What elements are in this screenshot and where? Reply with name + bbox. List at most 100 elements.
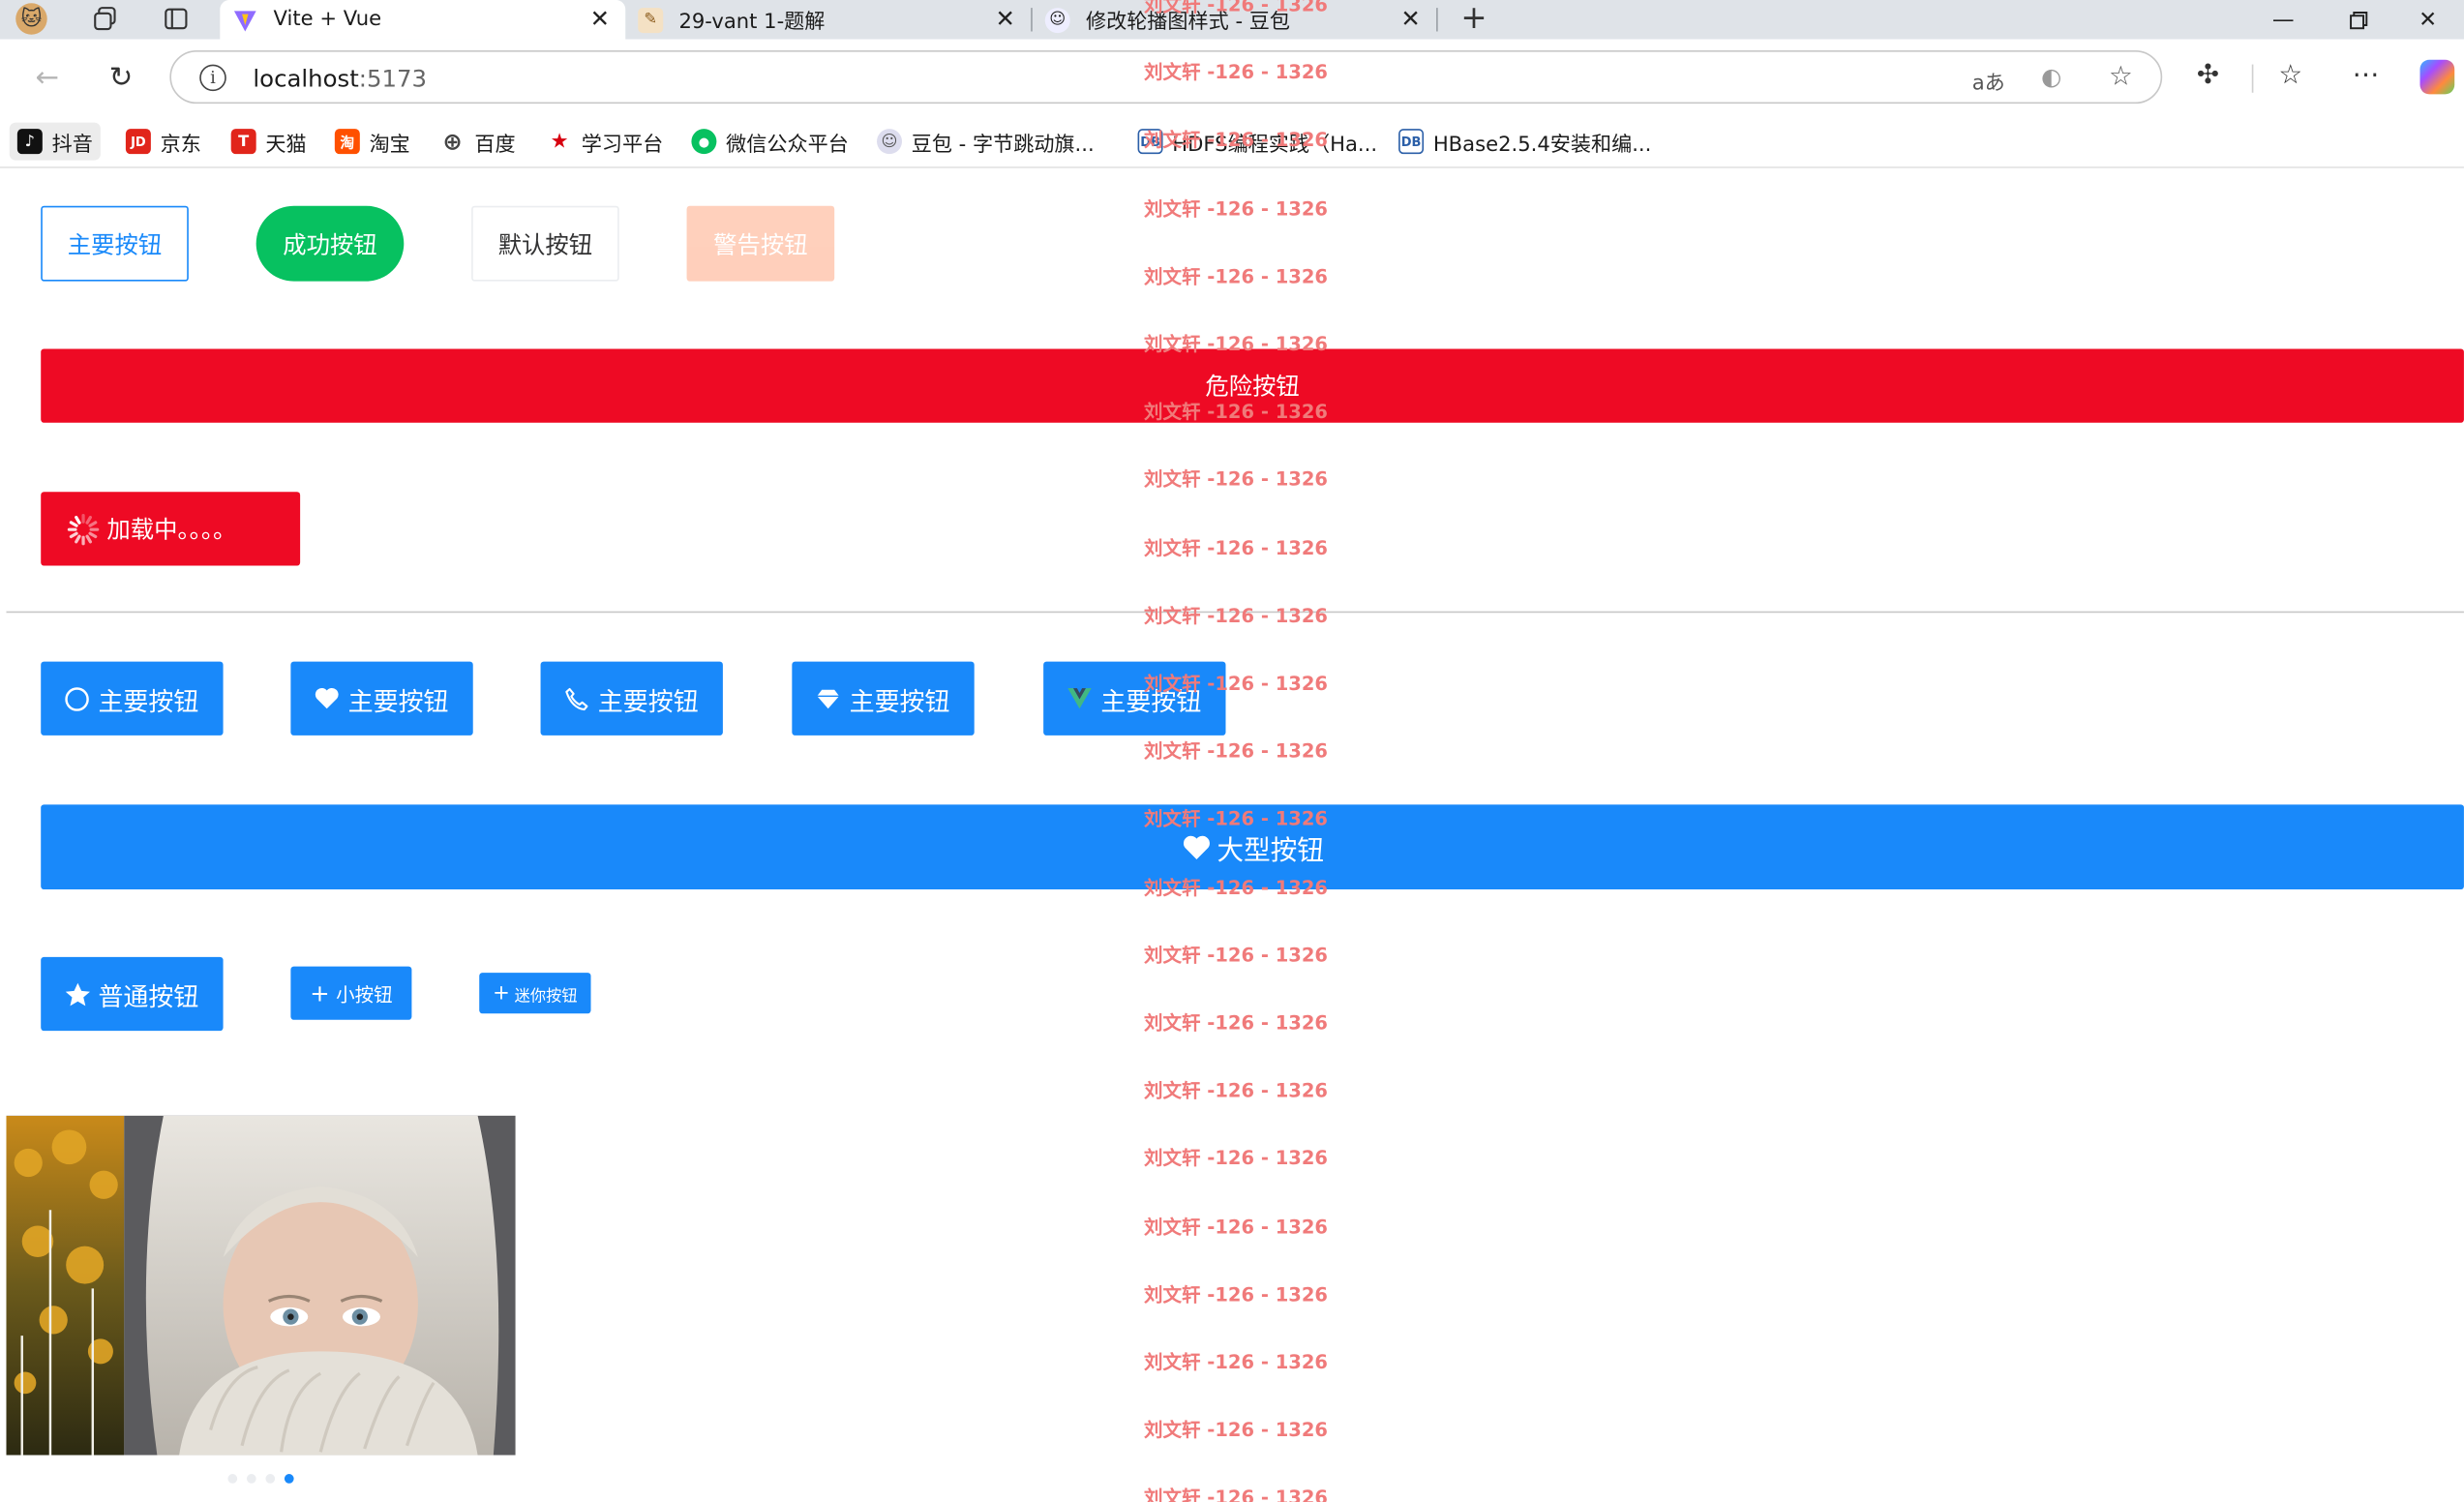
tab-title: Vite + Vue (273, 8, 382, 32)
carousel-slide-image (6, 1115, 516, 1456)
close-window-icon[interactable]: ✕ (2390, 0, 2464, 40)
doubao-icon: ☺ (877, 129, 903, 155)
bookmark-doubao[interactable]: ☺ 豆包 - 字节跳动旗... (869, 123, 1102, 161)
minimize-icon[interactable]: — (2245, 0, 2321, 40)
bookmark-baidu[interactable]: ⊕ 百度 (433, 123, 524, 161)
carousel-dot[interactable] (265, 1474, 276, 1484)
button-label: 大型按钮 (1217, 834, 1324, 867)
plus-icon: + (310, 977, 330, 1006)
button-label: 小按钮 (336, 982, 393, 1006)
toolbar-divider (2251, 64, 2254, 93)
button-label: 迷你按钮 (514, 987, 578, 1006)
heart-icon (316, 687, 341, 710)
back-icon[interactable]: ← (28, 58, 66, 96)
carousel-dot[interactable] (246, 1474, 256, 1484)
workspaces-icon[interactable] (88, 3, 123, 34)
bookmark-wechat[interactable]: ● 微信公众平台 (683, 123, 856, 161)
button-label: 主要按钮 (849, 685, 950, 716)
bookmark-jd[interactable]: JD 京东 (118, 123, 209, 161)
large-button[interactable]: 大型按钮 (41, 804, 2464, 890)
tab-vite-vue[interactable]: Vite + Vue ✕ (220, 0, 626, 40)
image-carousel[interactable] (6, 1115, 516, 1456)
mini-button[interactable]: + 迷你按钮 (479, 973, 591, 1014)
jd-icon: JD (125, 129, 151, 155)
tmall-icon: T (230, 129, 256, 155)
phone-icon (565, 686, 590, 711)
profile-avatar-icon[interactable]: 🐱 (15, 3, 47, 35)
loading-text: 加载中。。。。 (106, 515, 237, 544)
tab-strip: 🐱 Vite + Vue ✕ ✎ 29-vant 1-题解 ✕ ☺ 修改轮播图样… (0, 0, 2464, 40)
default-button[interactable]: 默认按钮 (471, 205, 619, 282)
warning-disabled-button: 警告按钮 (686, 205, 835, 282)
normal-button[interactable]: 普通按钮 (41, 956, 224, 1032)
refresh-icon[interactable]: ↻ (103, 58, 140, 96)
douyin-icon: ♪ (16, 129, 43, 155)
tab-title: 修改轮播图样式 - 豆包 (1085, 11, 1291, 35)
db-icon: DB (1137, 129, 1163, 155)
button-label: 主要按钮 (347, 685, 449, 716)
carousel-dot[interactable] (227, 1474, 238, 1484)
bookmark-douyin[interactable]: ♪ 抖音 (9, 122, 101, 161)
button-label: 主要按钮 (98, 685, 199, 716)
vite-logo-icon (232, 7, 257, 32)
loading-button: 加载中。。。。 (41, 492, 301, 566)
button-label: 主要按钮 (1100, 685, 1202, 716)
restore-icon[interactable] (2321, 0, 2396, 40)
wechat-icon: ● (691, 129, 717, 155)
icon-button-circle[interactable]: 主要按钮 (41, 661, 224, 736)
diamond-icon (816, 687, 841, 709)
tab-doubao[interactable]: ☺ 修改轮播图样式 - 豆包 ✕ (1033, 0, 1436, 40)
browser-window: 🐱 Vite + Vue ✕ ✎ 29-vant 1-题解 ✕ ☺ 修改轮播图样… (0, 0, 2464, 1502)
globe-icon: ⊕ (442, 127, 463, 156)
vant-logo-icon (1067, 687, 1093, 710)
taobao-icon: 淘 (334, 129, 360, 155)
tab-separator (1436, 8, 1438, 32)
divider (6, 611, 2464, 614)
bookmark-hbase[interactable]: DB HBase2.5.4安装和编... (1391, 123, 1660, 161)
loading-spinner-icon (66, 512, 101, 547)
carousel-dot[interactable] (284, 1474, 294, 1484)
icon-button-diamond[interactable]: 主要按钮 (792, 661, 975, 736)
more-menu-icon[interactable]: ⋯ (2353, 60, 2381, 91)
page-icon: ✎ (638, 7, 664, 33)
url-text[interactable]: localhost:5173 (253, 65, 427, 93)
heart-icon (1181, 833, 1211, 860)
icon-button-heart[interactable]: 主要按钮 (290, 661, 473, 736)
carousel-indicators[interactable] (227, 1474, 294, 1484)
bookmarks-bar: ♪ 抖音 JD 京东 T 天猫 淘淘宝 ⊕ 百度 ★ 学习平台 ● 微信公众平台 ☺ 豆包 -… (0, 114, 2464, 168)
doubao-avatar-icon: ☺ (1044, 7, 1070, 33)
new-tab-icon[interactable]: + (1457, 0, 1491, 36)
page-content: 主要按钮 成功按钮 默认按钮 警告按钮 危险按钮 加载中。。。。 主要按钮 主要… (6, 169, 2464, 1502)
button-label: 普通按钮 (98, 981, 199, 1011)
db-icon: DB (1398, 129, 1425, 155)
bookmark-hdfs[interactable]: DB HDFS编程实践（Ha... (1129, 123, 1385, 161)
plus-icon: + (493, 981, 510, 1006)
close-tab-icon[interactable]: ✕ (590, 5, 610, 33)
icon-button-vant[interactable]: 主要按钮 (1043, 661, 1226, 736)
success-round-button[interactable]: 成功按钮 (255, 205, 405, 282)
favorite-star-icon[interactable]: ☆ (2109, 61, 2133, 92)
read-aloud-translate-icon[interactable]: aあ (1972, 66, 2005, 96)
bookmark-study[interactable]: ★ 学习平台 (539, 123, 671, 161)
vertical-tabs-icon[interactable] (159, 3, 194, 34)
bookmark-tmall[interactable]: T 天猫 (224, 123, 315, 161)
edge-sync-icon[interactable]: ◐ (2041, 63, 2061, 91)
circle-icon (65, 686, 90, 711)
button-label: 主要按钮 (597, 685, 699, 716)
favorites-list-icon[interactable]: ☆ (2278, 60, 2302, 91)
site-info-icon[interactable]: i (199, 64, 226, 92)
study-platform-icon: ★ (550, 129, 569, 154)
bookmark-taobao[interactable]: 淘淘宝 (327, 123, 418, 161)
small-button[interactable]: + 小按钮 (290, 966, 412, 1020)
danger-block-button[interactable]: 危险按钮 (41, 348, 2464, 423)
primary-plain-button[interactable]: 主要按钮 (41, 205, 189, 282)
close-tab-icon[interactable]: ✕ (995, 5, 1014, 33)
star-icon (65, 981, 92, 1006)
copilot-icon[interactable] (2419, 59, 2455, 95)
address-bar[interactable]: i localhost:5173 aあ ◐ ☆ (169, 49, 2163, 105)
address-toolbar: ← ↻ i localhost:5173 aあ ◐ ☆ ✣ ☆ ⋯ (0, 39, 2464, 115)
tab-vant-solution[interactable]: ✎ 29-vant 1-题解 ✕ (625, 0, 1031, 40)
extensions-icon[interactable]: ✣ (2197, 60, 2219, 91)
close-tab-icon[interactable]: ✕ (1400, 5, 1420, 33)
icon-button-phone[interactable]: 主要按钮 (540, 661, 723, 736)
